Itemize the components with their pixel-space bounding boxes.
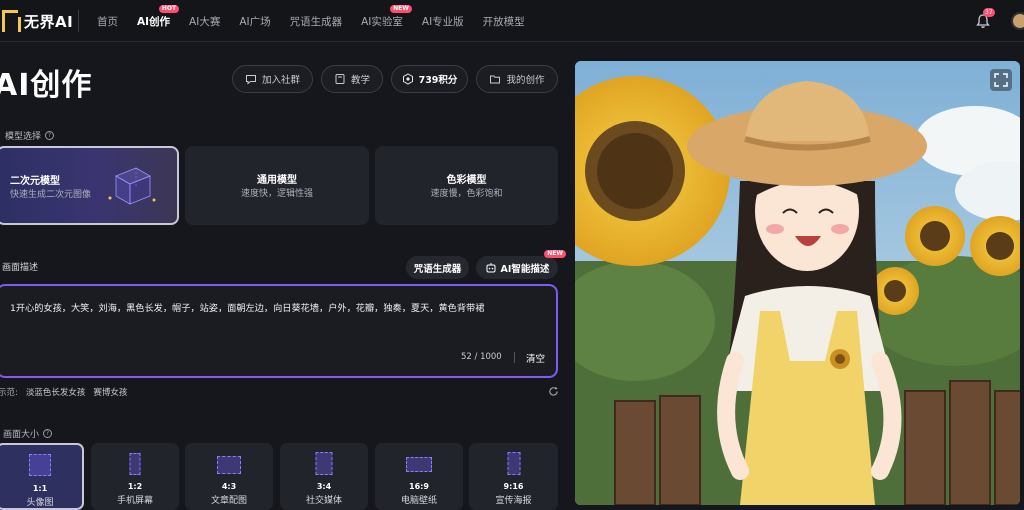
character-counter: 52 / 1000 (461, 352, 502, 362)
size-name: 手机屏幕 (116, 496, 153, 506)
divider (78, 10, 79, 32)
size-option-4-3[interactable]: 4:3 文章配图 (185, 443, 273, 510)
spell-generator-button[interactable]: 咒语生成器 (406, 256, 469, 279)
top-navigation-bar: 无界AI 首页 AI创作 HOT AI大赛 AI广场 咒语生成器 AI实验室 NEW… (0, 0, 1024, 42)
logo[interactable]: 无界AI (2, 9, 73, 33)
model-desc: 速度快，逻辑性强 (240, 189, 313, 199)
my-creations-button[interactable]: 我的创作 (476, 65, 558, 93)
model-name: 二次元模型 (10, 176, 60, 187)
divider (514, 352, 515, 363)
prompt-section-label: 画面描述 (2, 263, 39, 273)
nav-item-ai-plaza[interactable]: AI广场 (239, 14, 270, 29)
size-ratio: 4:3 (221, 482, 237, 491)
model-card-general[interactable]: 通用模型 速度快，逻辑性强 (185, 146, 369, 225)
nav-item-open-models[interactable]: 开放模型 (483, 14, 525, 29)
model-name: 色彩模型 (446, 175, 487, 186)
size-option-3-4[interactable]: 3:4 社交媒体 (280, 443, 368, 510)
hot-badge: HOT (158, 4, 180, 13)
nav-item-ai-create[interactable]: AI创作 HOT (137, 4, 180, 29)
sunflower-girl-illustration (575, 61, 1020, 505)
hint-link[interactable]: 赛博女孩 (93, 386, 127, 398)
ratio-preview-icon (507, 452, 520, 475)
hint-link[interactable]: 淡蓝色长发女孩 (26, 386, 86, 398)
hint-prefix: 示范: (0, 388, 18, 398)
clear-button[interactable]: 清空 (526, 351, 545, 365)
example-hints: 示范: 淡蓝色长发女孩 赛博女孩 (0, 386, 135, 398)
new-badge: NEW (544, 250, 566, 258)
ratio-preview-icon (315, 452, 333, 475)
fullscreen-icon (994, 73, 1008, 87)
hexagon-points-icon (402, 73, 413, 85)
size-option-1-2[interactable]: 1:2 手机屏幕 (91, 443, 179, 510)
size-option-16-9[interactable]: 16:9 电脑壁纸 (375, 443, 463, 510)
folder-icon (490, 75, 501, 84)
robot-icon (486, 262, 496, 272)
generated-image-preview[interactable] (575, 61, 1020, 505)
size-name: 头像图 (26, 498, 54, 508)
refresh-icon[interactable] (548, 386, 559, 397)
main-nav: 首页 AI创作 HOT AI大赛 AI广场 咒语生成器 AI实验室 NEW AI专业… (97, 0, 544, 42)
new-badge: NEW (390, 4, 412, 13)
notification-count-badge: 37 (983, 8, 995, 17)
nav-item-ai-contest[interactable]: AI大赛 (189, 14, 220, 29)
size-name: 电脑壁纸 (400, 496, 437, 506)
ratio-preview-icon (217, 456, 241, 474)
chat-icon (245, 75, 256, 85)
logo-text: 无界AI (24, 12, 74, 31)
ratio-preview-icon (29, 454, 51, 476)
size-ratio: 1:1 (32, 484, 48, 493)
prompt-textarea[interactable]: 1开心的女孩，大笑，刘海，黑色长发，帽子，站姿，面朝左边，向日葵花墙，户外，花瓣… (0, 284, 558, 378)
prompt-text: 1开心的女孩，大笑，刘海，黑色长发，帽子，站姿，面朝左边，向日葵花墙，户外，花瓣… (10, 303, 485, 314)
nav-item-home[interactable]: 首页 (97, 14, 118, 29)
book-icon (335, 74, 345, 84)
size-ratio: 1:2 (127, 482, 143, 491)
size-option-1-1[interactable]: 1:1 头像图 (0, 443, 84, 510)
ratio-preview-icon (129, 453, 141, 475)
model-card-color[interactable]: 色彩模型 速度慢，色彩饱和 (375, 146, 558, 225)
size-name: 宣传海报 (495, 496, 532, 506)
help-icon[interactable]: ? (43, 429, 53, 438)
avatar[interactable] (1011, 12, 1024, 30)
model-section-label: 模型选择 ? (5, 129, 55, 142)
points-button[interactable]: 739积分 (391, 65, 468, 93)
size-name: 社交媒体 (305, 496, 342, 506)
size-option-9-16[interactable]: 9:16 宣传海报 (469, 443, 558, 510)
tutorial-button[interactable]: 教学 (321, 65, 383, 93)
join-community-button[interactable]: 加入社群 (232, 65, 313, 93)
model-desc: 速度慢，色彩饱和 (430, 189, 503, 199)
expand-button[interactable] (990, 69, 1012, 91)
ai-describe-button[interactable]: AI智能描述 NEW (476, 250, 566, 279)
nav-item-ai-pro[interactable]: AI专业版 (422, 14, 464, 29)
size-section-label: 画面大小 ? (3, 427, 53, 440)
size-name: 文章配图 (210, 496, 247, 506)
nav-item-ai-lab[interactable]: AI实验室 NEW (361, 4, 412, 29)
model-card-anime[interactable]: 二次元模型 快速生成二次元图像 (0, 146, 179, 225)
nav-item-spell-generator[interactable]: 咒语生成器 (290, 14, 343, 29)
cube-icon (108, 167, 156, 205)
size-ratio: 9:16 (503, 482, 524, 491)
size-ratio: 16:9 (409, 482, 429, 491)
model-desc: 快速生成二次元图像 (10, 190, 92, 200)
logo-mark-icon (2, 10, 21, 32)
ratio-preview-icon (406, 457, 432, 472)
page-title: AI创作 (0, 68, 93, 103)
model-name: 通用模型 (257, 175, 297, 186)
size-ratio: 3:4 (316, 482, 332, 491)
help-icon[interactable]: ? (45, 131, 55, 140)
